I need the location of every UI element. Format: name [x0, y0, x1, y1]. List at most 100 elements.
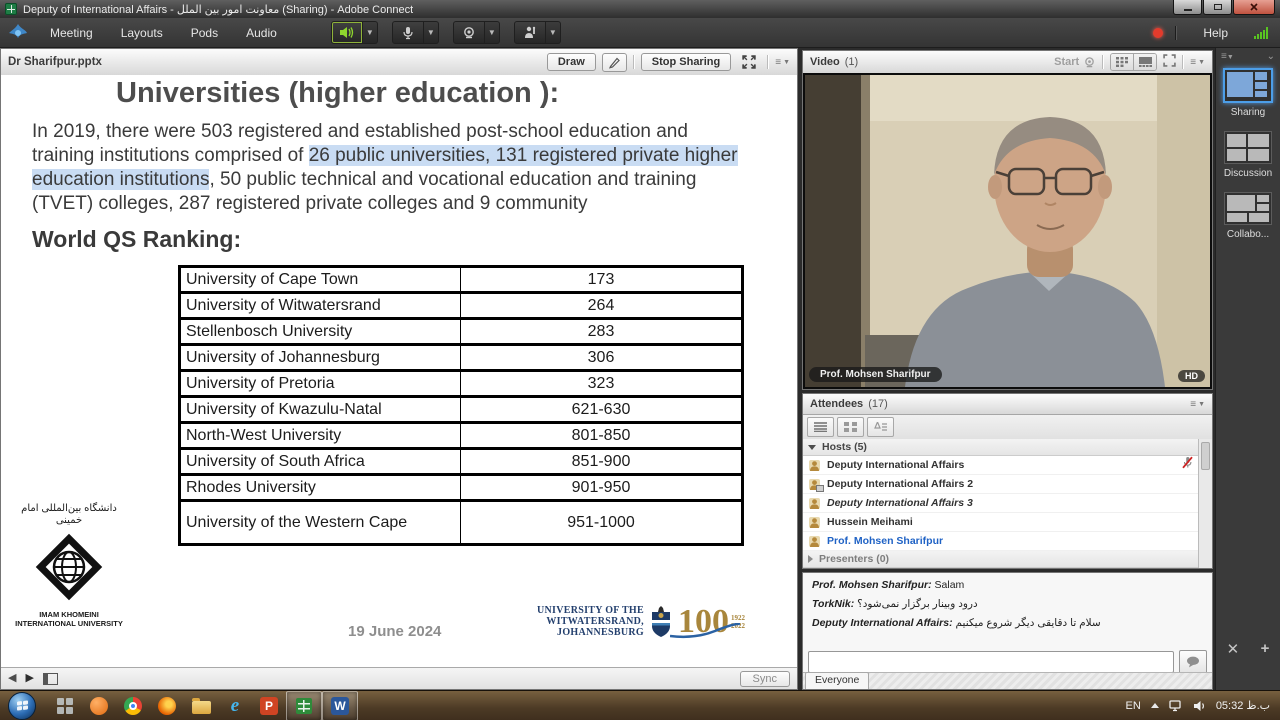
connection-signal-icon[interactable]	[1254, 26, 1268, 39]
presenter-video-frame	[805, 75, 1210, 387]
webcam-dropdown[interactable]: ▼	[485, 21, 500, 44]
rank-cell: 621-630	[461, 397, 743, 423]
attendee-row[interactable]: Hussein Meihami	[803, 513, 1199, 532]
menu-item[interactable]: Meeting	[36, 18, 107, 48]
taskbar-icon-pinned-app[interactable]	[48, 692, 82, 720]
sort-icon	[874, 422, 887, 432]
recording-indicator	[1153, 28, 1163, 38]
adobe-connect-logo	[0, 18, 36, 48]
filmstrip-view-button[interactable]	[1133, 54, 1156, 70]
taskbar-icon-internet-explorer[interactable]: e	[218, 692, 252, 720]
sidebar-collapse-icon[interactable]: ⌄	[1267, 51, 1275, 62]
menu-item[interactable]: Layouts	[107, 18, 177, 48]
adobe-connect-window: Deputy of International Affairs - معاونت…	[0, 0, 1280, 720]
chat-input[interactable]	[808, 651, 1174, 673]
next-slide-button[interactable]: ▶	[25, 673, 33, 684]
share-pod: Dr Sharifpur.pptx Draw Stop Sharing ≡▼ U…	[0, 48, 798, 690]
draw-button[interactable]: Draw	[547, 53, 596, 71]
university-cell: University of Cape Town	[180, 267, 461, 293]
microphone-dropdown[interactable]: ▼	[424, 21, 439, 44]
taskbar-icon-powerpoint[interactable]: P	[252, 692, 286, 720]
pod-options-icon[interactable]: ≡▼	[1190, 57, 1205, 68]
clock[interactable]: 05:32 ب.ظ	[1216, 699, 1270, 712]
volume-icon[interactable]	[1193, 700, 1206, 712]
host-person-icon	[808, 535, 821, 548]
layout-label-discussion[interactable]: Discussion	[1216, 168, 1280, 179]
taskbar-icon-explorer[interactable]	[184, 692, 218, 720]
video-count: (1)	[845, 56, 858, 68]
add-layout-icon[interactable]: +	[1261, 640, 1270, 658]
ikiu-calligraphy: دانشگاه بین‌المللی امام خمینی	[9, 503, 129, 527]
microphone-button[interactable]	[392, 21, 424, 44]
slide-panel-toggle-icon[interactable]	[43, 673, 58, 685]
pod-options-icon[interactable]: ≡▼	[775, 57, 790, 68]
chat-message: Deputy International Affairs: سلام تا دق…	[812, 617, 1203, 629]
chat-text: درود وبینار برگزار نمی‌شود؟	[857, 598, 978, 610]
status-dropdown[interactable]: ▼	[546, 21, 561, 44]
layout-thumb-sharing[interactable]	[1223, 68, 1273, 103]
video-pod-title: Video	[810, 56, 840, 68]
close-pod-icon[interactable]: ✕	[1227, 640, 1240, 658]
sort-attendees-button[interactable]	[867, 417, 894, 437]
attendee-list: Hosts (5) Deputy International Affairs	[803, 439, 1199, 568]
taskbar-icon-firefox[interactable]	[150, 692, 184, 720]
hosts-group-header[interactable]: Hosts (5)	[803, 439, 1199, 456]
taskbar-icon-chrome[interactable]	[116, 692, 150, 720]
host-person-icon	[808, 516, 821, 529]
taskbar-icon-media-player[interactable]	[82, 692, 116, 720]
menus: MeetingLayoutsPodsAudio	[36, 18, 291, 48]
attendee-list-view-button[interactable]	[807, 417, 834, 437]
attendee-row[interactable]: Prof. Mohsen Sharifpur	[803, 532, 1199, 551]
attendee-row[interactable]: Deputy International Affairs	[803, 456, 1199, 475]
attendees-scrollbar[interactable]	[1198, 439, 1212, 568]
breakout-view-button[interactable]	[837, 417, 864, 437]
hidden-icons-arrow[interactable]	[1151, 703, 1159, 708]
table-row: University of Witwatersrand 264	[180, 293, 743, 319]
chat-sender: TorkNik:	[812, 598, 854, 610]
taskbar-icon-adobe-connect[interactable]	[286, 691, 322, 720]
speaker-dropdown[interactable]: ▼	[363, 21, 378, 44]
attendee-row[interactable]: Deputy International Affairs 2	[803, 475, 1199, 494]
table-row: University of the Western Cape 951-1000	[180, 501, 743, 545]
network-icon[interactable]	[1169, 700, 1183, 712]
rank-cell: 851-900	[461, 449, 743, 475]
close-button[interactable]	[1233, 0, 1275, 15]
grid-view-button[interactable]	[1111, 54, 1133, 70]
maximize-button[interactable]	[1203, 0, 1232, 15]
qs-ranking-table: University of Cape Town 173 University o…	[178, 265, 744, 546]
video-fullscreen-button[interactable]	[1163, 54, 1176, 70]
menu-item[interactable]: Audio	[232, 18, 291, 48]
speaker-button[interactable]	[331, 21, 363, 44]
layout-thumb-collaboration[interactable]	[1224, 192, 1272, 225]
start-webcam-button[interactable]: Start	[1054, 56, 1096, 68]
presenters-group-header[interactable]: Presenters (0)	[803, 551, 1199, 568]
university-cell: University of Kwazulu-Natal	[180, 397, 461, 423]
pod-options-icon[interactable]: ≡▼	[1190, 399, 1205, 410]
minimize-button[interactable]	[1173, 0, 1202, 15]
set-status-button[interactable]	[514, 21, 546, 44]
webcam-button[interactable]	[453, 21, 485, 44]
sidebar-options-icon[interactable]: ≡▼	[1221, 51, 1234, 62]
help-menu[interactable]: Help	[1189, 18, 1242, 48]
attendee-row[interactable]: Deputy International Affairs 3	[803, 494, 1199, 513]
university-cell: Stellenbosch University	[180, 319, 461, 345]
layout-label-collaboration[interactable]: Collabo...	[1216, 229, 1280, 240]
send-message-button[interactable]	[1179, 650, 1207, 674]
taskbar-icon-word[interactable]: W	[322, 691, 358, 720]
chat-tab-everyone[interactable]: Everyone	[805, 672, 869, 689]
layout-label-sharing[interactable]: Sharing	[1216, 107, 1280, 118]
wits-logo: UNIVERSITY OF THE WITWATERSRAND, JOHANNE…	[537, 605, 745, 638]
wits-swoosh-icon	[670, 623, 740, 639]
chat-messages: Prof. Mohsen Sharifpur: Salam TorkNik: د…	[803, 573, 1212, 659]
stop-sharing-button[interactable]: Stop Sharing	[641, 53, 731, 71]
menu-item[interactable]: Pods	[177, 18, 232, 48]
sync-button[interactable]: Sync	[740, 671, 790, 687]
layout-thumb-discussion[interactable]	[1224, 131, 1272, 164]
ikiu-emblem-icon	[31, 529, 107, 605]
language-indicator[interactable]: EN	[1126, 700, 1141, 712]
table-row: University of Kwazulu-Natal 621-630	[180, 397, 743, 423]
fullscreen-button[interactable]	[737, 53, 761, 71]
start-button[interactable]	[8, 692, 36, 720]
previous-slide-button[interactable]: ◀	[8, 673, 16, 684]
pointer-button[interactable]	[602, 53, 627, 72]
